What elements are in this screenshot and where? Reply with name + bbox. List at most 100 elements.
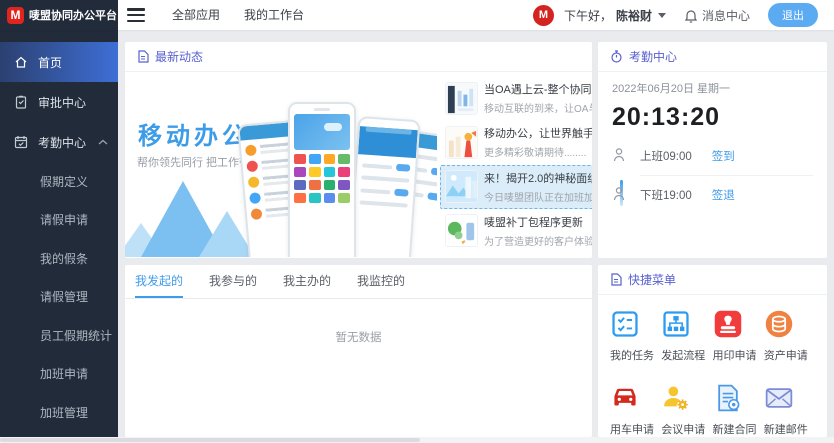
horizontal-scrollbar bbox=[0, 437, 834, 443]
latest-news-panel: 最新动态 移动办公 帮你领先同行 把工作带出办公室 bbox=[125, 42, 592, 258]
flow-icon bbox=[661, 309, 691, 339]
sidebar-item-approval-center[interactable]: 审批中心 bbox=[0, 82, 118, 122]
quick-item-meeting-request[interactable]: 会议申请 bbox=[661, 383, 712, 437]
attendance-body: 2022年06月20日 星期一 20:13:20 上班09:00 签到 下班19… bbox=[598, 72, 827, 207]
quick-item-new-mail[interactable]: 新建邮件 bbox=[764, 383, 815, 437]
news-thumbnail bbox=[445, 126, 478, 159]
logout-button[interactable]: 退出 bbox=[768, 3, 818, 27]
news-thumbnail bbox=[445, 82, 478, 115]
header-right: M 下午好，陈裕财 消息中心 退出 bbox=[533, 3, 834, 27]
quick-item-label: 新建邮件 bbox=[764, 421, 808, 437]
tab-monitored-by-me[interactable]: 我监控的 bbox=[357, 265, 405, 298]
sidebar-subitem-overtime-request[interactable]: 加班申请 bbox=[0, 355, 118, 394]
attendance-date: 2022年06月20日 星期一 bbox=[612, 80, 813, 96]
panel-title: 快捷菜单 bbox=[628, 271, 676, 288]
bell-icon bbox=[684, 8, 698, 23]
contract-icon bbox=[713, 383, 743, 413]
brand: M 唛盟协同办公平台 bbox=[0, 0, 118, 30]
meeting-icon bbox=[661, 383, 691, 413]
scrollbar-thumb[interactable] bbox=[0, 438, 420, 442]
person-icon bbox=[612, 147, 632, 166]
news-thumbnail bbox=[445, 170, 478, 203]
checkin-link[interactable]: 签到 bbox=[712, 148, 735, 164]
quick-item-vehicle-request[interactable]: 用车申请 bbox=[610, 383, 661, 437]
user-greeting[interactable]: 下午好，陈裕财 bbox=[564, 7, 666, 24]
sidebar-subitem-employee-holiday-stats[interactable]: 员工假期统计 bbox=[0, 316, 118, 355]
attendance-panel: 考勤中心 2022年06月20日 星期一 20:13:20 上班09:00 签到… bbox=[598, 42, 827, 258]
sidebar-subitem-holiday-definition[interactable]: 假期定义 bbox=[0, 162, 118, 201]
subitem-label: 请假管理 bbox=[40, 288, 88, 305]
quick-item-seal-request[interactable]: 用印申请 bbox=[713, 309, 764, 363]
nav-all-apps[interactable]: 全部应用 bbox=[172, 0, 220, 30]
app-title: 唛盟协同办公平台 bbox=[29, 7, 117, 23]
stamp-icon bbox=[713, 309, 743, 339]
calendar-icon bbox=[14, 135, 28, 149]
news-item-highlighted[interactable]: 来！揭开2.0的神秘面纱-今日唛盟团队正在加班加点, bbox=[440, 165, 592, 209]
sidebar-subitem-my-leave-slips[interactable]: 我的假条 bbox=[0, 239, 118, 278]
subitem-label: 加班管理 bbox=[40, 404, 88, 421]
news-item[interactable]: 当OA遇上云-整个协同OA 移动互联的到来，让OA与云 bbox=[440, 76, 592, 120]
checkin-label: 上班09:00 bbox=[640, 148, 692, 164]
quick-item-label: 新建合同 bbox=[713, 421, 757, 437]
quick-item-new-contract[interactable]: 新建合同 bbox=[713, 383, 764, 437]
user-avatar[interactable]: M bbox=[533, 5, 554, 26]
tasks-tabs: 我发起的 我参与的 我主办的 我监控的 bbox=[125, 265, 592, 299]
person-icon bbox=[612, 186, 632, 205]
car-icon bbox=[610, 383, 640, 413]
sidebar-subitem-leave-request[interactable]: 请假申请 bbox=[0, 201, 118, 240]
message-center[interactable]: 消息中心 bbox=[684, 7, 750, 24]
app-root: M 唛盟协同办公平台 全部应用 我的工作台 M 下午好，陈裕财 消息中心 退出 … bbox=[0, 0, 834, 443]
clipboard-icon bbox=[14, 95, 28, 109]
checkout-label: 下班19:00 bbox=[640, 187, 692, 203]
news-title: 移动办公，让世界触手可 bbox=[484, 125, 592, 141]
assets-icon bbox=[764, 309, 794, 339]
news-banner-slide[interactable]: 移动办公 帮你领先同行 把工作带出办公室 bbox=[125, 72, 437, 257]
tab-initiated-by-me[interactable]: 我发起的 bbox=[135, 265, 183, 298]
news-title: 唛盟补丁包程序更新 bbox=[484, 214, 592, 230]
quick-item-my-tasks[interactable]: 我的任务 bbox=[610, 309, 661, 363]
chevron-down-icon bbox=[658, 13, 666, 18]
sidebar-subitem-overtime-management[interactable]: 加班管理 bbox=[0, 393, 118, 432]
quick-item-label: 会议申请 bbox=[661, 421, 705, 437]
banner-headline: 移动办公 bbox=[138, 116, 250, 151]
news-title: 当OA遇上云-整个协同OA bbox=[484, 81, 592, 97]
app-logo: M bbox=[7, 7, 24, 24]
document-icon bbox=[610, 273, 622, 286]
news-item[interactable]: 移动办公，让世界触手可更多精彩敬请期待........ bbox=[440, 120, 592, 164]
sidebar-item-label: 考勤中心 bbox=[38, 134, 86, 151]
news-subtitle: 移动互联的到来，让OA与云 bbox=[484, 100, 592, 115]
top-nav: 全部应用 我的工作台 bbox=[172, 0, 304, 30]
news-subtitle: 今日唛盟团队正在加班加点, bbox=[484, 189, 592, 204]
news-thumbnail bbox=[445, 214, 478, 247]
news-list: 当OA遇上云-整个协同OA 移动互联的到来，让OA与云 移动办公，让世界触手可更多… bbox=[437, 72, 592, 257]
news-subtitle: 更多精彩敬请期待........ bbox=[484, 144, 592, 159]
checkin-row: 上班09:00 签到 bbox=[612, 144, 813, 168]
hamburger-menu-icon[interactable] bbox=[127, 8, 145, 22]
latest-news-header: 最新动态 bbox=[125, 42, 592, 72]
subitem-label: 假期定义 bbox=[40, 173, 88, 190]
news-item[interactable]: 唛盟补丁包程序更新为了营造更好的客户体验，唛 bbox=[440, 209, 592, 253]
subitem-label: 请假申请 bbox=[40, 211, 88, 228]
sidebar-item-label: 首页 bbox=[38, 54, 62, 71]
quick-item-asset-request[interactable]: 资产申请 bbox=[764, 309, 815, 363]
mail-icon bbox=[764, 383, 794, 413]
panel-title: 考勤中心 bbox=[629, 48, 677, 65]
checkout-link[interactable]: 签退 bbox=[712, 187, 735, 203]
quick-menu-grid: 我的任务 发起流程 用印申请 资产申请 用车申请 会议申请 bbox=[598, 295, 827, 437]
user-name: 陈裕财 bbox=[616, 7, 652, 24]
sidebar-subitem-leave-management[interactable]: 请假管理 bbox=[0, 278, 118, 317]
sidebar: 首页 审批中心 考勤中心 假期定义 请假申请 我的假条 请假管理 员工假期统计 … bbox=[0, 30, 118, 437]
quick-item-start-flow[interactable]: 发起流程 bbox=[661, 309, 712, 363]
home-icon bbox=[14, 55, 28, 69]
quick-menu-header: 快捷菜单 bbox=[598, 265, 827, 295]
message-center-label: 消息中心 bbox=[702, 7, 750, 24]
nav-my-workbench[interactable]: 我的工作台 bbox=[244, 0, 304, 30]
news-body: 移动办公 帮你领先同行 把工作带出办公室 bbox=[125, 72, 592, 257]
tab-hosted-by-me[interactable]: 我主办的 bbox=[283, 265, 331, 298]
tab-participated-by-me[interactable]: 我参与的 bbox=[209, 265, 257, 298]
quick-item-label: 用印申请 bbox=[713, 347, 757, 363]
document-icon bbox=[137, 50, 149, 63]
sidebar-item-home[interactable]: 首页 bbox=[0, 42, 118, 82]
empty-state-text: 暂无数据 bbox=[125, 329, 592, 345]
sidebar-item-attendance-center[interactable]: 考勤中心 bbox=[0, 122, 118, 162]
